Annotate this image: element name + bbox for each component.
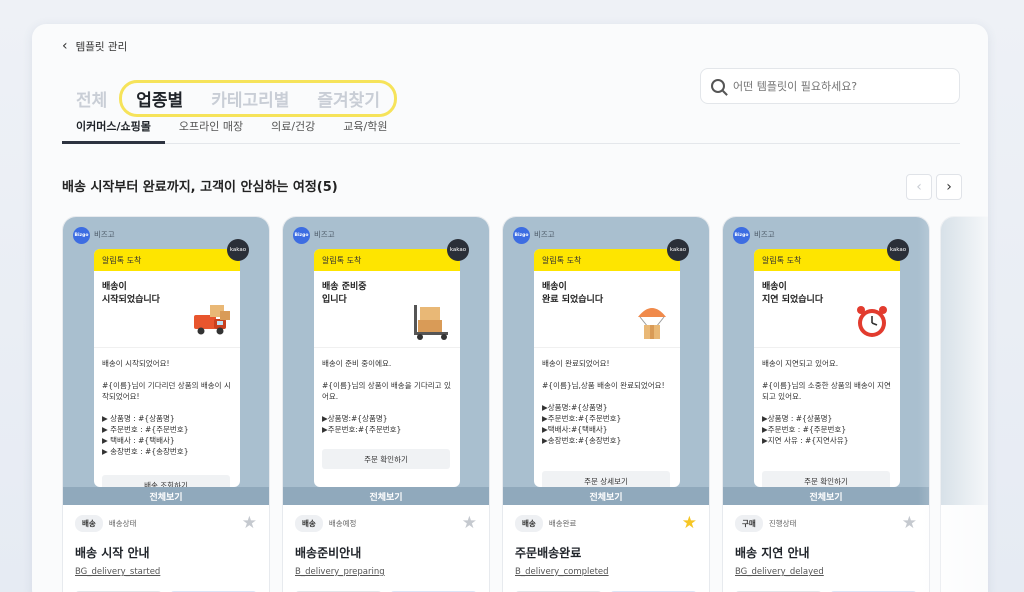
template-name: 주문배송완료 [515,546,582,560]
bubble-body: 배송이 지연되고 있어요. #{이름}님의 소중한 상품의 배송이 지연되고 있… [754,347,900,446]
bubble-body: 배송이 완료되었어요! #{이름}님,상품 배송이 완료되었어요! ▶상품명:#… [534,347,680,446]
card-info: 배송 배송예정 ★ 배송준비안내 B_delivery_preparing [283,505,489,592]
chevron-right-icon: › [946,179,952,195]
parachute-box-icon [638,308,666,339]
template-code[interactable]: BG_delivery_delayed [735,567,917,577]
template-card[interactable]: Bizgo 비즈고 알림톡 도착 배송이 시작되었습니다 배송이 시작되었어요!… [62,216,270,592]
bubble-body: 배송이 준비 중이에요. #{이름}님의 상품이 배송을 기다리고 있어요. ▶… [314,347,460,435]
favorite-star-icon[interactable]: ★ [902,513,917,533]
template-name: 배송 시작 안내 [75,546,150,560]
card-preview: Bizgo 비즈고 알림톡 도착 배송 준비중 입니다 배송이 준비 중이에요.… [283,217,489,505]
bubble-action-button[interactable]: 주문 상세보기 [542,471,670,487]
brand-logo: Bizgo [73,227,90,244]
kakao-badge: kakao [227,239,249,261]
category-tag: 배송 [295,515,323,532]
bubble-action-button[interactable]: 배송 조회하기 [102,475,230,487]
template-name: 배송준비안내 [295,546,362,560]
segment-industry[interactable]: 업종별 [136,86,183,111]
template-card[interactable]: Bizgo 비즈고 알림톡 도착 배송 준비중 입니다 배송이 준비 중이에요.… [282,216,490,592]
category-tag: 배송 [515,515,543,532]
template-card[interactable]: Bizgo 비즈고 알림톡 도착 배송이 지연 되었습니다 배송이 지연되고 있… [722,216,930,592]
delivery-truck-icon [194,305,230,335]
kakao-badge: kakao [667,239,689,261]
template-card-partial[interactable] [940,216,988,592]
bubble-action-button[interactable]: 주문 확인하기 [762,471,890,487]
message-bubble: 알림톡 도착 배송 준비중 입니다 배송이 준비 중이에요. #{이름}님의 상… [314,249,460,487]
status-tag: 진행상태 [768,519,797,528]
card-preview: Bizgo 비즈고 알림톡 도착 배송이 지연 되었습니다 배송이 지연되고 있… [723,217,929,505]
template-card[interactable]: Bizgo 비즈고 알림톡 도착 배송이 완료 되었습니다 배송이 완료되었어요… [502,216,710,592]
message-bubble: 알림톡 도착 배송이 시작되었습니다 배송이 시작되었어요! #{이름}님이 기… [94,249,240,487]
segment-category[interactable]: 카테고리별 [211,86,289,111]
card-info: 구매 진행상태 ★ 배송 지연 안내 BG_delivery_delayed [723,505,929,592]
bubble-header: 알림톡 도착 [754,249,900,271]
brand-name: 비즈고 [534,230,555,239]
bubble-header: 알림톡 도착 [534,249,680,271]
bubble-header: 알림톡 도착 [94,249,240,271]
segment-favorites[interactable]: 즐겨찾기 [317,86,380,111]
search-input[interactable] [733,79,943,93]
page-title: 템플릿 관리 [75,40,128,53]
status-tag: 배송상태 [108,519,137,528]
industry-subtabs: 이커머스/쇼핑몰 오프라인 매장 의료/건강 교육/학원 [62,110,960,144]
message-bubble: 알림톡 도착 배송이 지연 되었습니다 배송이 지연되고 있어요. #{이름}님… [754,249,900,487]
template-panel: ‹ 템플릿 관리 전체 업종별 카테고리별 즐겨찾기 이커머스/쇼핑몰 오프라인… [32,24,988,592]
category-tag: 구매 [735,515,763,532]
status-tag: 배송완료 [548,519,577,528]
brand-logo: Bizgo [513,227,530,244]
subtab-ecommerce[interactable]: 이커머스/쇼핑몰 [62,110,165,144]
subtab-medical[interactable]: 의료/건강 [257,110,329,144]
status-tag: 배송예정 [328,519,357,528]
template-name: 배송 지연 안내 [735,546,810,560]
subtab-education[interactable]: 교육/학원 [329,110,401,144]
section-title: 배송 시작부터 완료까지, 고객이 안심하는 여정(5) [62,180,338,195]
search-box[interactable] [700,68,960,104]
search-icon [711,79,725,93]
bubble-action-button[interactable]: 주문 확인하기 [322,449,450,469]
chevron-left-icon: ‹ [916,179,922,195]
alarm-clock-icon [857,306,887,337]
favorite-star-icon[interactable]: ★ [462,513,477,533]
template-code[interactable]: B_delivery_completed [515,567,697,577]
brand-name: 비즈고 [314,230,335,239]
bubble-body: 배송이 시작되었어요! #{이름}님이 기다리던 상품의 배송이 시작되었어요!… [94,347,240,457]
carousel-next-button[interactable]: › [936,174,962,200]
category-tag: 배송 [75,515,103,532]
chevron-left-icon[interactable]: ‹ [62,38,68,54]
brand-logo: Bizgo [733,227,750,244]
card-info: 배송 배송상태 ★ 배송 시작 안내 BG_delivery_started [63,505,269,592]
card-preview: Bizgo 비즈고 알림톡 도착 배송이 완료 되었습니다 배송이 완료되었어요… [503,217,709,505]
carousel-prev-button[interactable]: ‹ [906,174,932,200]
segment-all[interactable]: 전체 [76,86,107,111]
view-all-button[interactable]: 전체보기 [283,487,489,505]
view-all-button[interactable]: 전체보기 [503,487,709,505]
favorite-star-icon[interactable]: ★ [682,513,697,533]
brand-name: 비즈고 [754,230,775,239]
brand-name: 비즈고 [94,230,115,239]
subtab-offline-store[interactable]: 오프라인 매장 [165,110,257,144]
brand-logo: Bizgo [293,227,310,244]
kakao-badge: kakao [447,239,469,261]
bubble-header: 알림톡 도착 [314,249,460,271]
view-all-button[interactable]: 전체보기 [723,487,929,505]
template-code[interactable]: BG_delivery_started [75,567,257,577]
template-code[interactable]: B_delivery_preparing [295,567,477,577]
favorite-star-icon[interactable]: ★ [242,513,257,533]
hand-truck-boxes-icon [414,305,448,340]
message-bubble: 알림톡 도착 배송이 완료 되었습니다 배송이 완료되었어요! #{이름}님,상… [534,249,680,487]
back-nav[interactable]: ‹ 템플릿 관리 [62,38,127,54]
card-info: 배송 배송완료 ★ 주문배송완료 B_delivery_completed [503,505,709,592]
view-all-button[interactable]: 전체보기 [63,487,269,505]
kakao-badge: kakao [887,239,909,261]
card-preview: Bizgo 비즈고 알림톡 도착 배송이 시작되었습니다 배송이 시작되었어요!… [63,217,269,505]
